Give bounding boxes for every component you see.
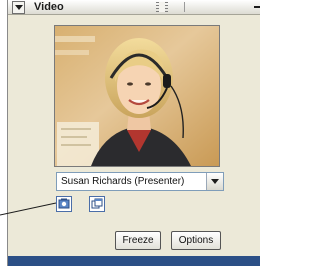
chevron-down-icon [211,179,219,184]
video-feed [54,25,220,167]
panel-title: Video [34,1,64,13]
presenter-select-value: Susan Richards (Presenter) [61,176,185,187]
popout-window-icon [91,198,103,209]
panel-menu-icon[interactable] [254,6,260,8]
collapse-triangle-icon [15,5,23,10]
video-settings-icon [58,198,70,209]
collapse-button[interactable] [12,1,25,14]
presenter-video-image [55,26,219,166]
panel-titlebar: Video [8,0,260,15]
dropdown-arrow-button[interactable] [206,173,223,190]
video-settings-button[interactable] [56,196,72,212]
freeze-button[interactable]: Freeze [115,231,161,250]
video-panel: Video Susan Richards (Presenter) Freeze … [7,0,260,266]
titlebar-divider [184,2,185,12]
options-button[interactable]: Options [171,231,221,250]
panel-status-bar [8,256,260,266]
popout-window-button[interactable] [89,196,105,212]
presenter-select[interactable]: Susan Richards (Presenter) [56,172,224,191]
drag-grip-icon[interactable] [156,2,168,12]
